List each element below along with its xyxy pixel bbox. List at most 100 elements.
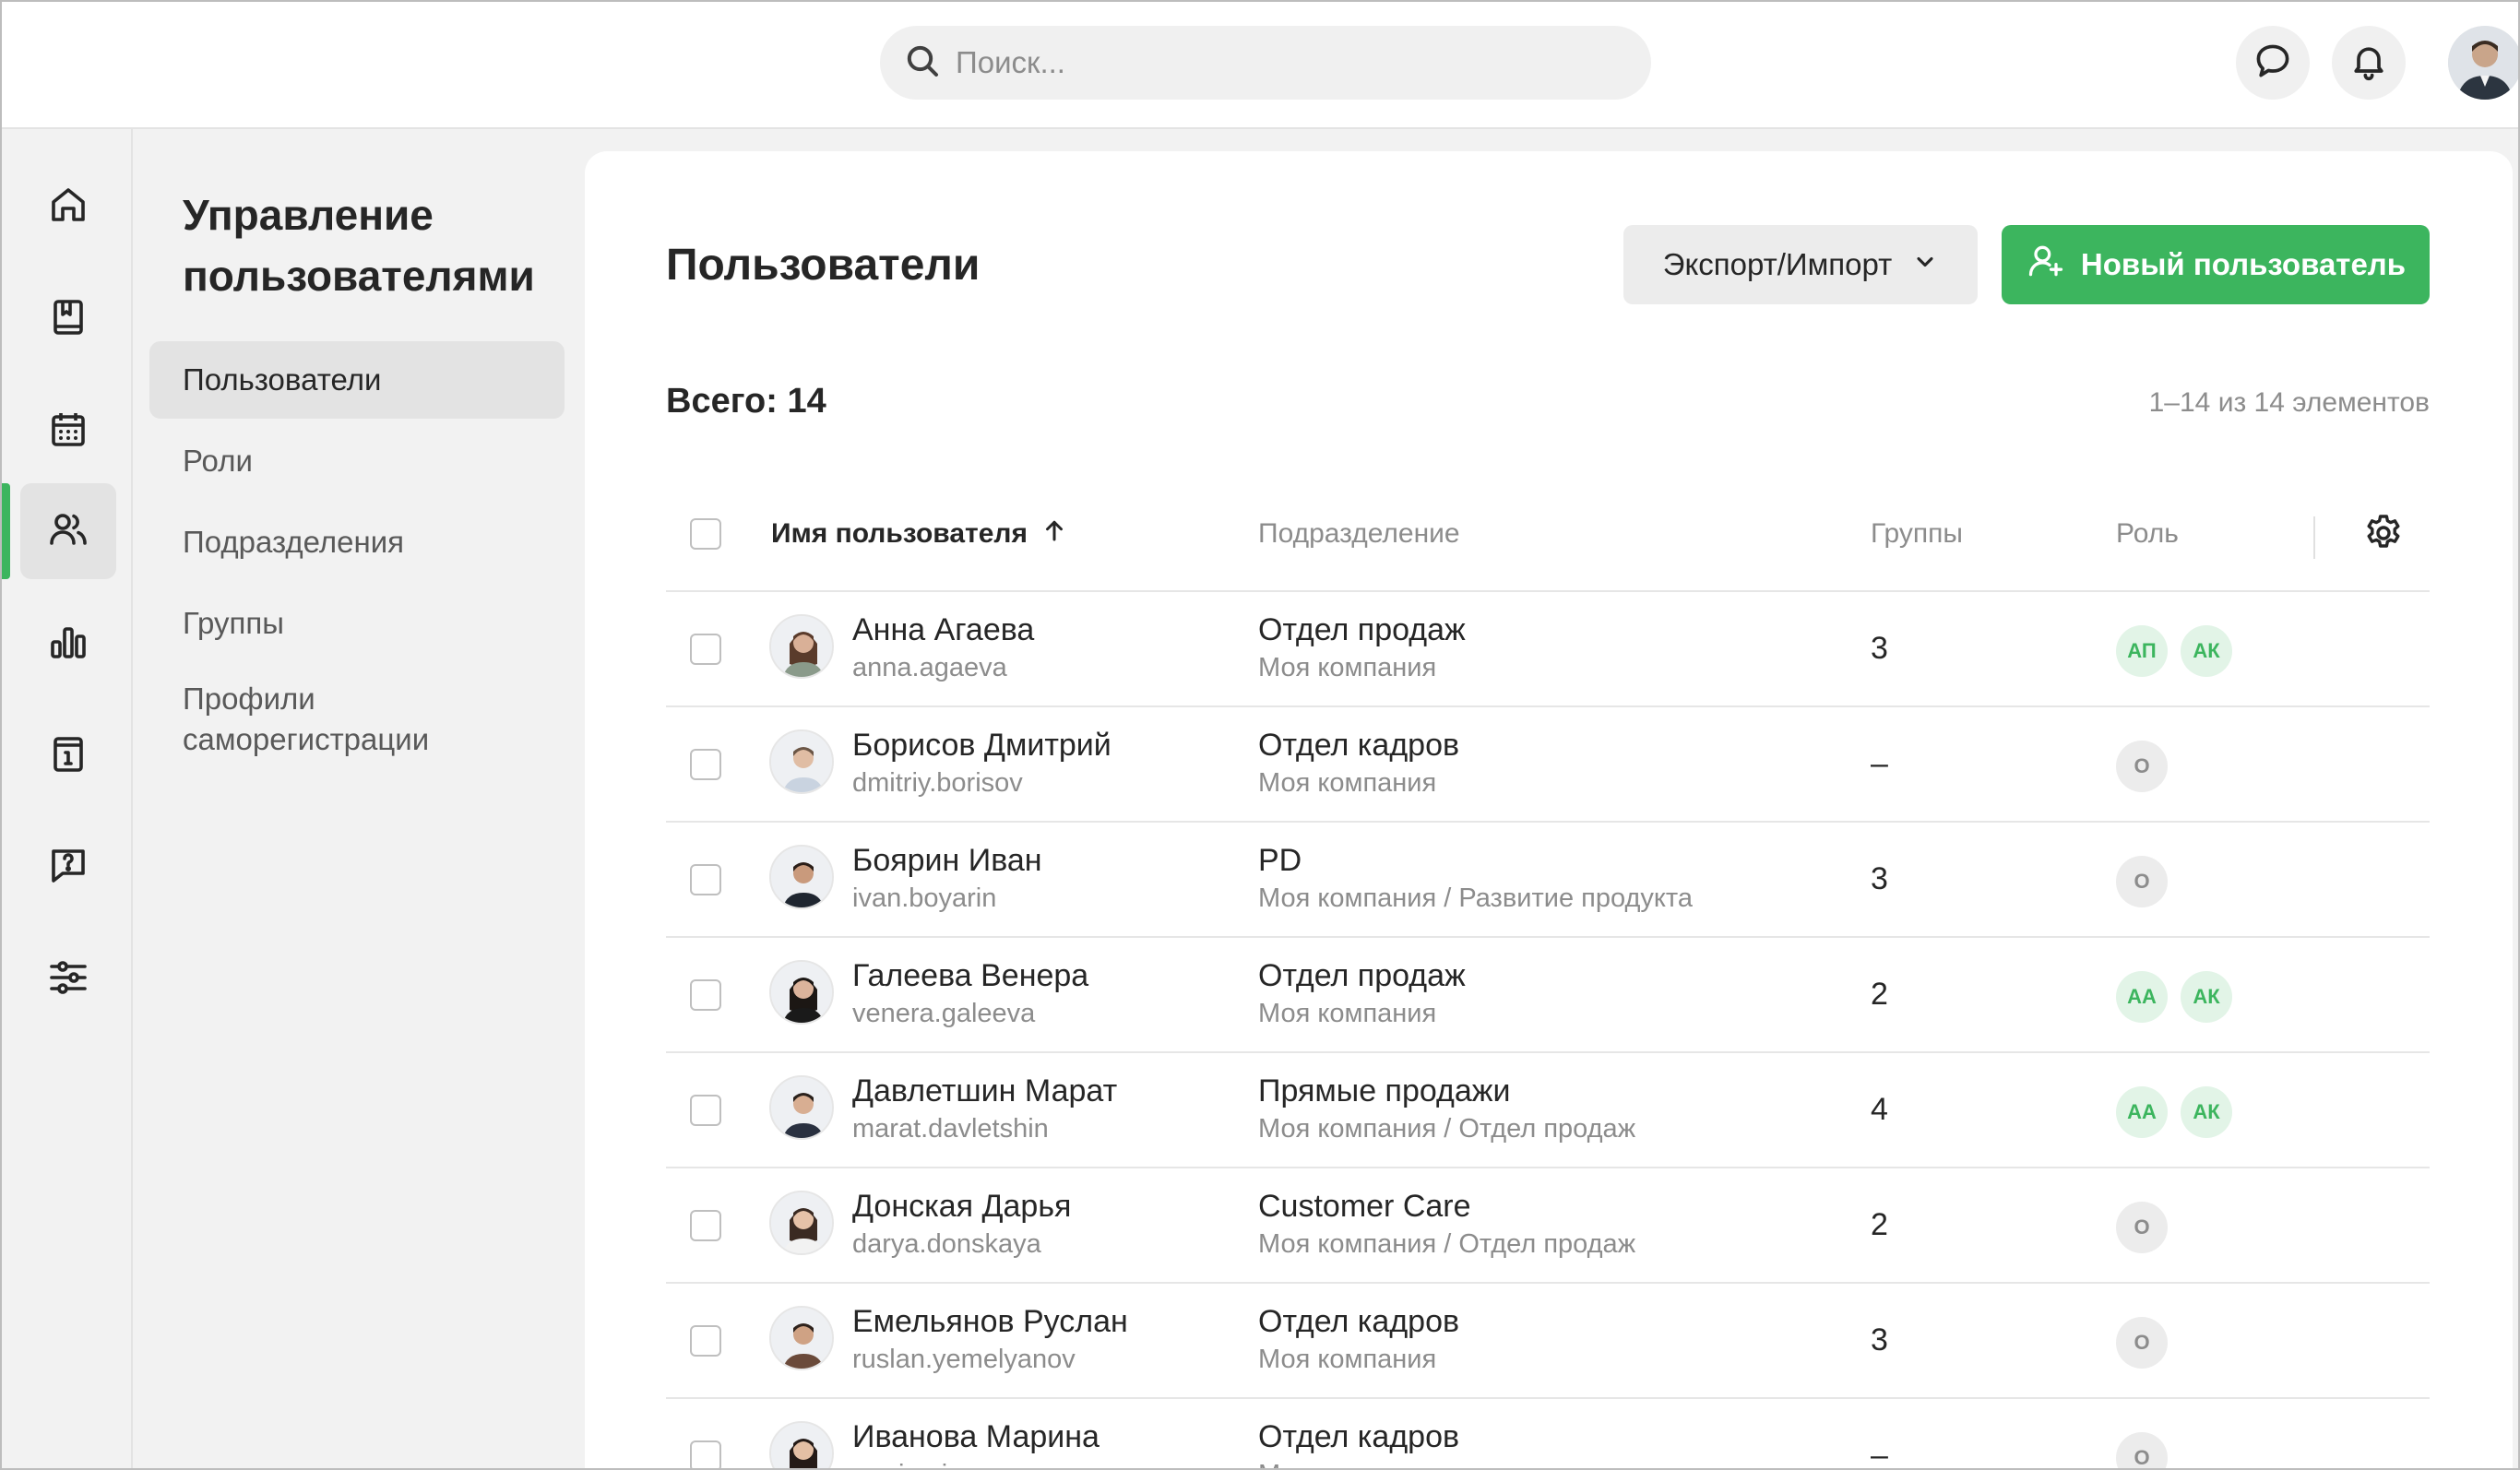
select-all-checkbox[interactable] — [690, 476, 721, 592]
department-path: Моя компания — [1258, 653, 1437, 682]
column-name-sort[interactable]: Имя пользователя — [771, 476, 1068, 592]
row-checkbox[interactable] — [690, 1325, 721, 1357]
role-badge[interactable]: АА — [2116, 1086, 2168, 1138]
rail-analytics[interactable] — [20, 596, 116, 692]
chat-icon — [2253, 41, 2293, 86]
table-row[interactable]: Галеева Венера venera.galeeva Отдел прод… — [666, 938, 2430, 1053]
role-badge[interactable]: АК — [2181, 1086, 2232, 1138]
nav-groups[interactable]: Группы — [149, 585, 565, 662]
new-user-label: Новый пользователь — [2080, 247, 2407, 281]
role-badge[interactable]: АП — [2116, 625, 2168, 677]
avatar — [769, 729, 834, 794]
rail-info[interactable] — [20, 708, 116, 804]
users-icon — [46, 507, 90, 556]
column-department-label: Подразделение — [1258, 518, 1460, 549]
avatar — [769, 960, 834, 1025]
table-row[interactable]: Боярин Иван ivan.boyarin PD Моя компания… — [666, 823, 2430, 938]
chat-button[interactable] — [2236, 26, 2310, 100]
nav-item-label: Пользователи — [183, 362, 382, 397]
user-login: ruslan.yemelyanov — [852, 1345, 1076, 1374]
department-path: Моя компания — [1258, 999, 1437, 1028]
user-name[interactable]: Иванова Марина — [852, 1419, 1100, 1455]
role-badge[interactable]: О — [2116, 1202, 2168, 1253]
top-bar — [2, 2, 2518, 129]
section-sidebar: Управление пользователями Пользователи Р… — [135, 129, 583, 1468]
rail-users[interactable] — [20, 483, 116, 579]
role-badge[interactable]: АК — [2181, 625, 2232, 677]
column-name-label: Имя пользователя — [771, 518, 1028, 549]
gear-icon — [2361, 515, 2406, 559]
rail-help[interactable] — [20, 819, 116, 915]
user-name[interactable]: Донская Дарья — [852, 1189, 1071, 1225]
user-name[interactable]: Анна Агаева — [852, 612, 1034, 648]
user-login: ivan.boyarin — [852, 883, 997, 913]
role-badge[interactable]: АА — [2116, 971, 2168, 1023]
row-checkbox[interactable] — [690, 749, 721, 780]
arrow-up-icon — [1040, 516, 1068, 551]
rail-home[interactable] — [20, 159, 116, 255]
bell-icon — [2348, 41, 2389, 86]
row-checkbox[interactable] — [690, 864, 721, 895]
table-row[interactable]: Борисов Дмитрий dmitriy.borisov Отдел ка… — [666, 707, 2430, 823]
rail-knowledge[interactable] — [20, 271, 116, 367]
profile-avatar[interactable] — [2448, 26, 2518, 100]
users-panel: Пользователи Экспорт/Импорт Новый пользо… — [585, 151, 2513, 1468]
role-badge[interactable]: АК — [2181, 971, 2232, 1023]
nav-item-label: Роли — [183, 444, 253, 478]
role-badge[interactable]: О — [2116, 1432, 2168, 1468]
nav-users[interactable]: Пользователи — [149, 341, 565, 419]
search-bar[interactable] — [880, 26, 1651, 100]
search-icon — [904, 42, 941, 84]
row-checkbox[interactable] — [690, 1440, 721, 1468]
search-input[interactable] — [956, 45, 1601, 80]
row-checkbox[interactable] — [690, 634, 721, 665]
avatar — [769, 1421, 834, 1468]
home-icon — [46, 183, 90, 231]
rail-settings[interactable] — [20, 931, 116, 1027]
role-badge[interactable]: О — [2116, 1317, 2168, 1369]
column-department[interactable]: Подразделение — [1258, 476, 1460, 592]
nav-self-registration[interactable]: Профили саморегистрации — [149, 673, 537, 765]
app-window: Управление пользователями Пользователи Р… — [0, 0, 2520, 1470]
user-name[interactable]: Давлетшин Марат — [852, 1073, 1117, 1109]
table-row[interactable]: Анна Агаева anna.agaeva Отдел продаж Моя… — [666, 592, 2430, 707]
column-settings-button[interactable] — [2361, 511, 2406, 555]
rail-active-indicator — [2, 483, 10, 579]
department-path: Моя компания / Отдел продаж — [1258, 1114, 1636, 1144]
new-user-button[interactable]: Новый пользователь — [2002, 225, 2430, 304]
group-count: 2 — [1871, 977, 1888, 1012]
avatar — [769, 1191, 834, 1255]
table-row[interactable]: Емельянов Руслан ruslan.yemelyanov Отдел… — [666, 1284, 2430, 1399]
nav-departments[interactable]: Подразделения — [149, 504, 565, 581]
column-groups[interactable]: Группы — [1871, 476, 1963, 592]
department-name: Отдел продаж — [1258, 612, 1466, 647]
user-name[interactable]: Борисов Дмитрий — [852, 728, 1111, 764]
role-badges: О — [2116, 856, 2168, 907]
role-badges: О — [2116, 1317, 2168, 1369]
info-icon — [46, 732, 90, 781]
user-name[interactable]: Боярин Иван — [852, 843, 1042, 879]
avatar — [769, 1306, 834, 1370]
user-name[interactable]: Галеева Венера — [852, 958, 1088, 994]
notifications-button[interactable] — [2332, 26, 2406, 100]
table-row[interactable]: Иванова Марина marina.ivanova Отдел кадр… — [666, 1399, 2430, 1468]
group-count: 2 — [1871, 1207, 1888, 1242]
role-badges: О — [2116, 741, 2168, 792]
nav-item-label: Подразделения — [183, 525, 404, 559]
user-login: venera.galeeva — [852, 999, 1036, 1028]
role-badge[interactable]: О — [2116, 856, 2168, 907]
rail-calendar[interactable] — [20, 384, 116, 480]
nav-item-label: Группы — [183, 606, 284, 640]
row-checkbox[interactable] — [690, 1210, 721, 1241]
row-checkbox[interactable] — [690, 979, 721, 1011]
table-row[interactable]: Донская Дарья darya.donskaya Customer Ca… — [666, 1168, 2430, 1284]
row-checkbox[interactable] — [690, 1095, 721, 1126]
user-name[interactable]: Емельянов Руслан — [852, 1304, 1128, 1340]
table-row[interactable]: Давлетшин Марат marat.davletshin Прямые … — [666, 1053, 2430, 1168]
export-import-button[interactable]: Экспорт/Импорт — [1623, 225, 1978, 304]
group-count: 4 — [1871, 1092, 1888, 1127]
role-badge[interactable]: О — [2116, 741, 2168, 792]
column-role[interactable]: Роль — [2116, 476, 2179, 592]
nav-roles[interactable]: Роли — [149, 422, 565, 500]
role-badges: АА АК — [2116, 971, 2232, 1023]
